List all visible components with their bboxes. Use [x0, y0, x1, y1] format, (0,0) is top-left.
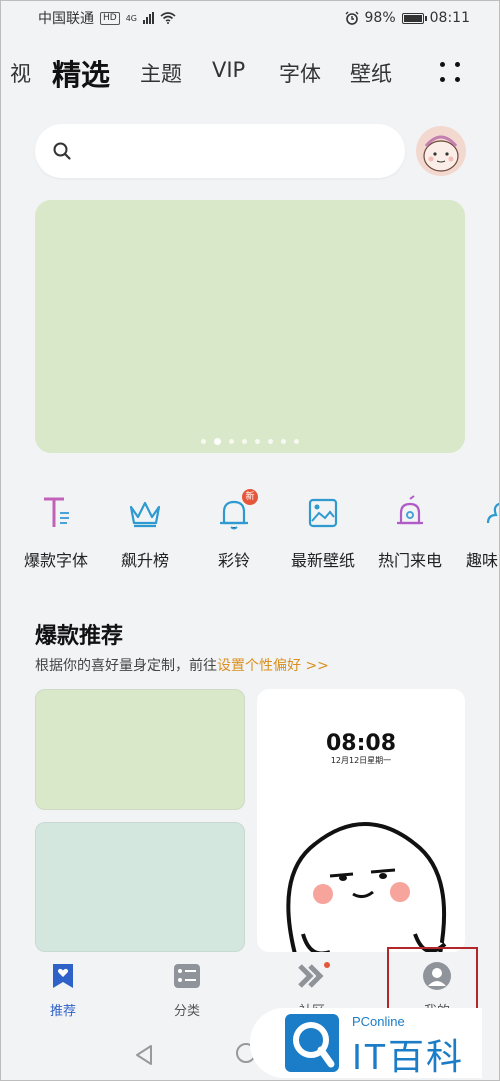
shortcut-label: 趣味: [466, 551, 499, 570]
tab-fonts[interactable]: 字体: [279, 58, 321, 88]
shortcut-fun[interactable]: 趣味: [452, 493, 500, 571]
shortcut-hot-fonts[interactable]: 爆款字体: [8, 493, 104, 571]
top-tab-bar: 视 精选 主题 VIP 字体 壁纸: [0, 50, 500, 100]
search-icon: [53, 142, 71, 160]
nav-category[interactable]: 分类: [147, 962, 227, 1019]
partial-icon: [482, 493, 500, 533]
tab-wallpapers[interactable]: 壁纸: [350, 58, 392, 88]
battery-icon: [401, 12, 427, 24]
shortcut-label: 最新壁纸: [290, 551, 355, 570]
carrier-label: 中国联通: [38, 11, 94, 27]
carousel-dot: [242, 439, 247, 444]
nav-recommend[interactable]: 推荐: [23, 962, 103, 1019]
shortcut-label: 彩铃: [217, 551, 250, 570]
status-left: 中国联通 HD 4G: [38, 8, 176, 28]
shortcut-hot-ringtones[interactable]: 热门来电: [362, 493, 458, 571]
shortcut-rising-chart[interactable]: 飙升榜: [97, 493, 193, 571]
magnifier-logo-icon: [285, 1014, 339, 1072]
avatar[interactable]: [416, 126, 466, 176]
more-menu-icon[interactable]: [440, 62, 462, 84]
carousel-dot: [268, 439, 273, 444]
tab-vip[interactable]: VIP: [212, 58, 245, 82]
nav-label: 推荐: [49, 1004, 76, 1019]
preview-time: 08:08: [325, 731, 397, 756]
carousel-dot: [255, 439, 260, 444]
avatar-face-icon: [416, 126, 466, 176]
crown-icon: [125, 493, 165, 533]
subtitle-text: 根据你的喜好量身定制，前往: [35, 658, 217, 674]
new-badge: 新: [242, 489, 258, 505]
heart-bookmark-icon: [49, 962, 77, 990]
wallpaper-icon: [303, 493, 343, 533]
tab-featured[interactable]: 精选: [52, 52, 110, 94]
search-bar[interactable]: [35, 124, 405, 178]
shortcut-label: 爆款字体: [23, 551, 88, 570]
network-label: 4G: [125, 13, 137, 23]
font-icon: [36, 493, 76, 533]
nav-label: 分类: [173, 1004, 200, 1019]
watermark: PConline IT百科: [250, 1008, 482, 1078]
theme-card-green[interactable]: [35, 689, 245, 810]
tab-video[interactable]: 视: [10, 58, 31, 88]
hd-badge: HD: [100, 11, 120, 25]
wifi-icon: [160, 12, 176, 24]
theme-card-mint[interactable]: [35, 822, 245, 952]
shortcut-new-wallpapers[interactable]: 最新壁纸: [275, 493, 371, 571]
cartoon-face-icon: [286, 822, 447, 952]
status-right: 98% 08:11: [345, 10, 470, 26]
carousel-dot: [281, 439, 286, 444]
tab-themes[interactable]: 主题: [140, 58, 182, 88]
bell-icon: 新: [214, 489, 258, 533]
section-subtitle: 根据你的喜好量身定制，前往设置个性偏好 >>: [35, 655, 329, 675]
community-icon: [298, 962, 330, 990]
battery-percent: 98%: [364, 10, 396, 26]
preference-link[interactable]: 设置个性偏好 >>: [217, 658, 329, 674]
preview-date: 12月12日星期一: [330, 756, 392, 765]
back-icon[interactable]: [134, 1044, 154, 1066]
carousel-dot: [201, 439, 206, 444]
shortcut-label: 飙升榜: [120, 551, 169, 570]
watermark-big-text: IT百科: [352, 1036, 464, 1077]
watermark-small-text: PConline: [352, 1014, 405, 1029]
carousel-dots: [35, 438, 465, 445]
banner-carousel[interactable]: [35, 200, 465, 453]
carousel-dot: [294, 439, 299, 444]
shortcut-label: 热门来电: [377, 551, 442, 570]
status-bar: 中国联通 HD 4G 98% 08:11: [0, 0, 500, 36]
clock: 08:11: [429, 10, 470, 26]
ringing-bell-icon: [390, 493, 430, 533]
section-title: 爆款推荐: [35, 624, 124, 649]
carousel-dot: [229, 439, 234, 444]
signal-icon: [143, 12, 154, 24]
category-icon: [173, 962, 201, 990]
carousel-dot-active: [214, 438, 221, 445]
search-input[interactable]: [85, 136, 385, 166]
alarm-icon: [345, 11, 359, 25]
theme-card-preview[interactable]: 08:08 12月12日星期一: [257, 689, 465, 952]
shortcut-ringback[interactable]: 新 彩铃: [186, 489, 282, 571]
